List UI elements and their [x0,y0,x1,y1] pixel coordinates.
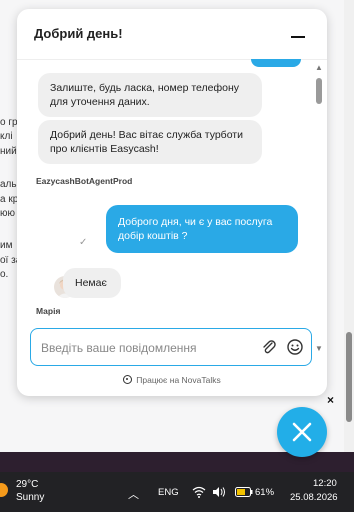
chat-title: Добрий день! [34,26,123,41]
powered-by-text: Працює на NovaTalks [136,375,221,385]
chat-header: Добрий день! [17,9,327,60]
volume-icon[interactable] [212,486,226,498]
chat-widget: Добрий день! Залиште, будь ласка, номер … [17,9,327,396]
page-scrollbar-thumb[interactable] [346,332,352,422]
message-incoming: Добрий день! Вас вітає служба турботи пр… [38,120,262,164]
message-incoming: Немає [63,268,121,298]
message-input[interactable] [39,338,253,358]
sender-name: EazycashBotAgentProd [36,176,133,186]
emoji-icon[interactable] [286,338,304,356]
language-indicator[interactable]: ENG [158,487,179,498]
sender-name: Марія [36,306,61,316]
clock-date[interactable]: 25.08.2026 [290,492,338,503]
page-text: клі [0,131,13,142]
battery-percent: 61% [255,487,275,498]
chat-toggle-button[interactable] [277,407,327,457]
message-input-box[interactable] [30,328,312,366]
page-text: им [0,240,13,251]
chevron-up-icon[interactable]: ︿ [128,486,139,502]
message-outgoing: Доброго дня, чи є у вас послуга добір ко… [106,205,298,253]
page-text: аль [0,179,17,190]
wifi-icon[interactable] [192,486,206,498]
page-scrollbar[interactable]: ▼ [344,0,354,472]
paperclip-icon[interactable] [261,339,277,355]
clock-time[interactable]: 12:20 [313,478,337,489]
close-icon [292,422,312,442]
page-text: о. [0,269,9,280]
battery-icon[interactable] [235,487,253,497]
scroll-down-arrow-icon[interactable]: ▼ [315,344,323,353]
scroll-up-arrow-icon[interactable]: ▲ [315,63,323,72]
sun-icon [0,483,8,497]
minimize-icon[interactable] [291,36,305,38]
close-icon[interactable]: × [327,393,334,407]
weather-temperature[interactable]: 29°C [16,479,38,490]
delivered-check-icon: ✓ [79,237,88,248]
chat-scrollbar[interactable]: ▲ ▼ [314,61,324,353]
chat-scrollbar-thumb[interactable] [316,78,322,104]
page-text: ний [0,146,17,157]
novatalks-logo-icon [123,375,133,384]
page-text: юю [0,208,15,219]
message-incoming: Залиште, будь ласка, номер телефону для … [38,73,262,117]
taskbar: 29°C Sunny ︿ ENG 61% 12:20 25.08.2026 [0,472,354,512]
weather-condition[interactable]: Sunny [16,492,44,503]
page-text: а кр [0,194,19,205]
previous-message-stub [251,59,301,67]
powered-by: Працює на NovaTalks [17,375,327,385]
